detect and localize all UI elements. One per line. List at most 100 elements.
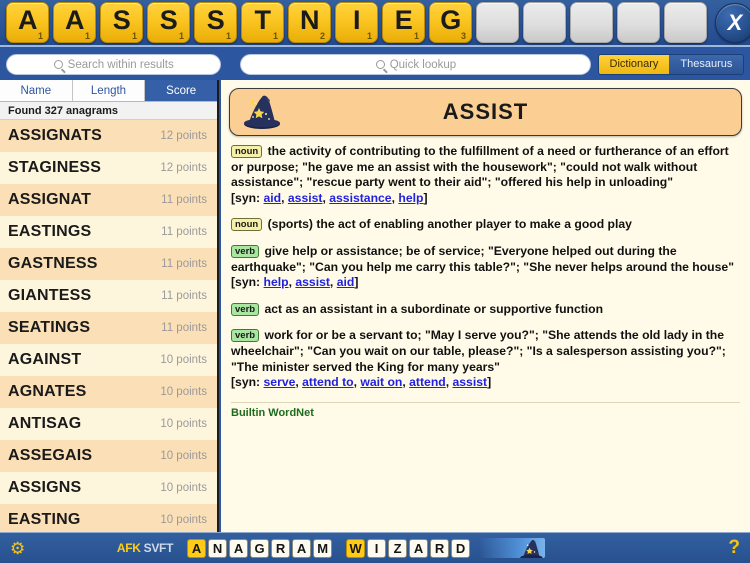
wizard-hat-icon xyxy=(242,94,284,132)
anagram-points: 11 points xyxy=(161,194,207,206)
letter-tile[interactable]: A1 xyxy=(6,2,49,43)
anagram-points: 10 points xyxy=(160,450,207,462)
letter-tile[interactable]: G3 xyxy=(429,2,472,43)
synonym-link[interactable]: wait on xyxy=(360,375,402,389)
part-of-speech-badge: verb xyxy=(231,329,260,343)
definition-sense: verb work for or be a servant to; "May I… xyxy=(231,328,740,390)
sort-tabs: Name Length Score xyxy=(0,80,218,102)
synonym-link[interactable]: attend xyxy=(409,375,446,389)
gear-icon[interactable]: ⚙ xyxy=(10,540,25,557)
synonym-line: [syn: help, assist, aid] xyxy=(231,275,740,291)
letter-tile-points: 1 xyxy=(84,31,90,41)
list-item[interactable]: EASTINGS 11 points xyxy=(0,216,217,248)
synonym-link[interactable]: assist xyxy=(453,375,488,389)
synonym-line: [syn: serve, attend to, wait on, attend,… xyxy=(231,375,740,391)
synonym-prefix: [syn: xyxy=(231,375,264,390)
anagram-word: SEATINGS xyxy=(8,319,91,336)
tab-dictionary[interactable]: Dictionary xyxy=(598,55,670,74)
empty-tile-slot[interactable] xyxy=(664,2,707,43)
list-item[interactable]: ANTISAG 10 points xyxy=(0,408,217,440)
synonym-link[interactable]: help xyxy=(264,275,289,289)
sort-tab-score[interactable]: Score xyxy=(145,80,218,101)
brand-letter-tile: D xyxy=(451,538,471,558)
question-mark-icon[interactable]: ? xyxy=(728,537,740,559)
brand-letter-tile: A xyxy=(292,538,312,558)
anagram-word: ASSIGNAT xyxy=(8,191,92,208)
search-icon xyxy=(375,60,385,69)
sort-tab-name[interactable]: Name xyxy=(0,80,73,101)
letter-tile-letter: S xyxy=(112,5,131,35)
brand-letter-tile: A xyxy=(409,538,429,558)
synonym-link[interactable]: aid xyxy=(264,191,282,205)
list-item[interactable]: ASSIGNS 10 points xyxy=(0,472,217,504)
synonym-link[interactable]: assist xyxy=(288,191,323,205)
empty-tile-slot[interactable] xyxy=(617,2,660,43)
sort-tab-length[interactable]: Length xyxy=(72,80,146,101)
clear-rack-button[interactable]: X xyxy=(715,2,750,43)
synonym-link[interactable]: aid xyxy=(337,275,355,289)
list-item[interactable]: STAGINESS 12 points xyxy=(0,152,217,184)
anagram-points: 12 points xyxy=(160,130,207,142)
brand-letter-tile: R xyxy=(271,538,291,558)
anagram-points: 11 points xyxy=(161,226,207,238)
search-within-results-input[interactable]: Search within results xyxy=(6,54,222,75)
definition-sense: verb give help or assistance; be of serv… xyxy=(231,244,740,291)
anagram-points: 11 points xyxy=(161,290,207,302)
part-of-speech-badge: verb xyxy=(231,302,260,316)
anagram-word: ANTISAG xyxy=(8,415,82,432)
empty-tile-slot[interactable] xyxy=(523,2,566,43)
list-item[interactable]: ASSEGAIS 10 points xyxy=(0,440,217,472)
letter-tile-letter: I xyxy=(352,5,361,35)
anagram-points: 10 points xyxy=(160,418,207,430)
list-item[interactable]: GASTNESS 11 points xyxy=(0,248,217,280)
source-note: Builtin WordNet xyxy=(231,406,314,419)
synonym-suffix: ] xyxy=(354,275,359,290)
tab-thesaurus[interactable]: Thesaurus xyxy=(669,55,744,74)
quick-lookup-placeholder: Quick lookup xyxy=(389,58,457,71)
quick-lookup-input[interactable]: Quick lookup xyxy=(240,54,592,75)
anagram-word: AGAINST xyxy=(8,351,82,368)
synonym-link[interactable]: assist xyxy=(295,275,330,289)
synonym-prefix: [syn: xyxy=(231,190,264,205)
sense-list: noun the activity of contributing to the… xyxy=(229,144,742,391)
part-of-speech-badge: noun xyxy=(231,218,263,232)
empty-tile-slot[interactable] xyxy=(570,2,613,43)
synonym-link[interactable]: attend to xyxy=(302,375,353,389)
letter-tile-points: 1 xyxy=(37,31,43,41)
letter-rack: A1A1S1S1S1T1N2I1E1G3 X xyxy=(0,0,750,47)
list-item[interactable]: GIANTESS 11 points xyxy=(0,280,217,312)
empty-tile-slot[interactable] xyxy=(476,2,519,43)
list-item[interactable]: SEATINGS 11 points xyxy=(0,312,217,344)
search-bar: Search within results Quick lookup Dicti… xyxy=(0,49,750,80)
anagram-points: 11 points xyxy=(161,258,207,270)
synonym-link[interactable]: assistance xyxy=(329,191,391,205)
letter-tile[interactable]: E1 xyxy=(382,2,425,43)
synonym-separator: , xyxy=(445,375,453,390)
synonym-link[interactable]: serve xyxy=(264,375,296,389)
anagram-word: EASTINGS xyxy=(8,223,92,240)
letter-tile[interactable]: S1 xyxy=(147,2,190,43)
anagram-list[interactable]: ASSIGNATS 12 points STAGINESS 12 points ASSI… xyxy=(0,120,217,532)
letter-tile[interactable]: N2 xyxy=(288,2,331,43)
list-item[interactable]: ASSIGNAT 11 points xyxy=(0,184,217,216)
list-item[interactable]: AGNATES 10 points xyxy=(0,376,217,408)
list-item[interactable]: ASSIGNATS 12 points xyxy=(0,120,217,152)
brand-swoosh xyxy=(479,538,546,558)
synonym-prefix: [syn: xyxy=(231,275,264,290)
letter-tile-letter: S xyxy=(159,5,178,35)
letter-tile[interactable]: T1 xyxy=(241,2,284,43)
synonym-link[interactable]: help xyxy=(398,191,423,205)
list-item[interactable]: AGAINST 10 points xyxy=(0,344,217,376)
brand-letter-tile: A xyxy=(187,538,207,558)
letter-tile-letter: N xyxy=(300,5,320,35)
anagram-points: 10 points xyxy=(160,514,207,526)
letter-tile[interactable]: A1 xyxy=(53,2,96,43)
letter-tile[interactable]: I1 xyxy=(335,2,378,43)
letter-tile[interactable]: S1 xyxy=(100,2,143,43)
list-item[interactable]: EASTING 10 points xyxy=(0,504,217,532)
letter-tile-points: 1 xyxy=(131,31,137,41)
letter-tile[interactable]: S1 xyxy=(194,2,237,43)
search-within-placeholder: Search within results xyxy=(67,58,174,71)
synonym-suffix: ] xyxy=(423,190,428,205)
letter-tile-points: 1 xyxy=(272,31,278,41)
